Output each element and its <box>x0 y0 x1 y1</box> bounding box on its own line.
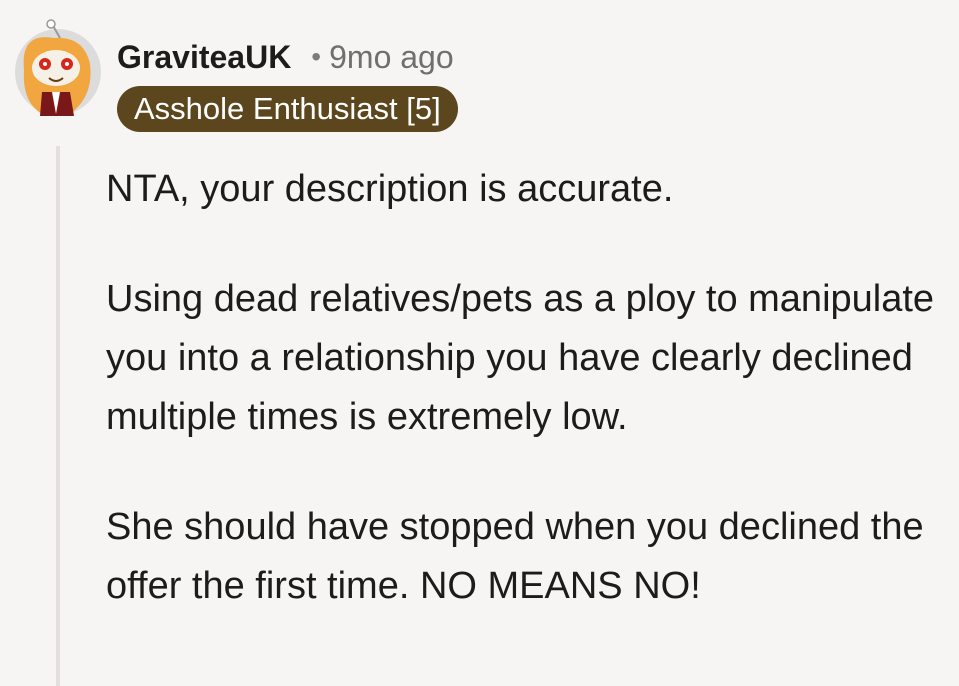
username-link[interactable]: GraviteaUK <box>117 39 291 76</box>
comment-paragraph: Using dead relatives/pets as a ploy to m… <box>106 278 935 438</box>
user-avatar[interactable] <box>12 18 104 118</box>
thread-line[interactable] <box>56 146 60 686</box>
timestamp-link[interactable]: 9mo ago <box>329 39 454 76</box>
meta-separator: • <box>311 41 322 72</box>
user-flair-badge: Asshole Enthusiast [5] <box>117 86 458 132</box>
comment: GraviteaUK • 9mo ago Asshole Enthusiast … <box>0 0 959 686</box>
snoo-avatar-icon <box>15 19 101 116</box>
comment-meta: GraviteaUK • 9mo ago <box>117 36 454 78</box>
comment-body: NTA, your description is accurate. Using… <box>106 160 941 616</box>
comment-paragraph: She should have stopped when you decline… <box>106 506 924 607</box>
comment-paragraph: NTA, your description is accurate. <box>106 168 674 210</box>
